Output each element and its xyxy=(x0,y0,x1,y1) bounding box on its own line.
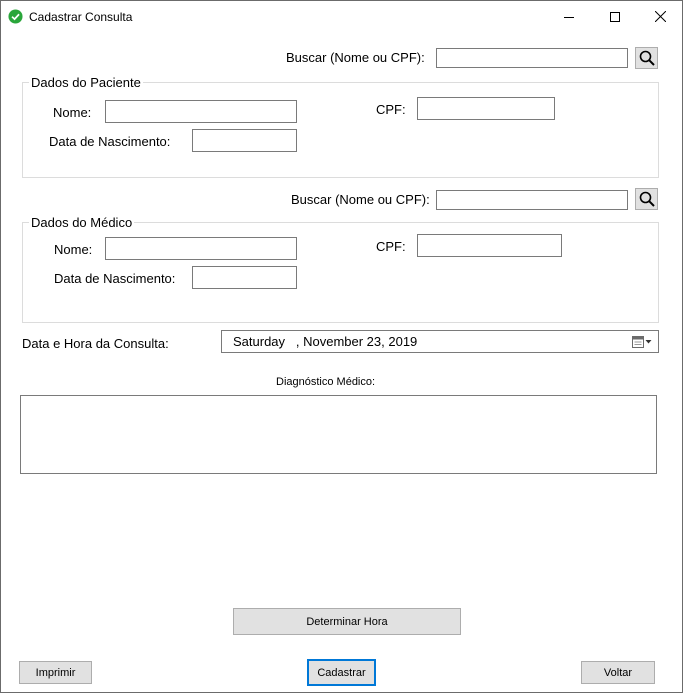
paciente-group-title: Dados do Paciente xyxy=(29,75,143,90)
calendar-dropdown-icon[interactable] xyxy=(632,336,652,348)
medico-cpf-input[interactable] xyxy=(417,234,562,257)
minimize-icon xyxy=(564,16,574,18)
determinar-hora-button[interactable]: Determinar Hora xyxy=(233,608,461,635)
title-bar: Cadastrar Consulta xyxy=(1,1,682,32)
window-title: Cadastrar Consulta xyxy=(29,10,133,24)
cadastrar-consulta-window: Cadastrar Consulta Buscar (Nome ou CPF): xyxy=(0,0,683,693)
diagnostico-textarea[interactable] xyxy=(20,395,657,474)
medico-search-input[interactable] xyxy=(436,190,628,210)
medico-group-title: Dados do Médico xyxy=(29,215,135,230)
voltar-button[interactable]: Voltar xyxy=(581,661,655,684)
diagnostico-label: Diagnóstico Médico: xyxy=(276,376,376,388)
paciente-search-input[interactable] xyxy=(436,48,628,68)
paciente-cpf-label: CPF: xyxy=(376,102,406,117)
minimize-button[interactable] xyxy=(546,1,592,32)
paciente-nascimento-label: Data de Nascimento: xyxy=(49,134,171,149)
paciente-cpf-input[interactable] xyxy=(417,97,555,120)
search-icon xyxy=(639,191,655,207)
consulta-datetime-value: Saturday , November 23, 2019 xyxy=(233,334,418,349)
medico-search-button[interactable] xyxy=(635,188,658,210)
check-circle-icon xyxy=(8,9,23,24)
close-button[interactable] xyxy=(637,1,683,32)
paciente-search-label: Buscar (Nome ou CPF): xyxy=(286,50,425,65)
close-icon xyxy=(654,11,666,22)
medico-cpf-label: CPF: xyxy=(376,239,406,254)
consulta-datetime-picker[interactable]: Saturday , November 23, 2019 xyxy=(221,330,659,353)
medico-nome-input[interactable] xyxy=(105,237,297,260)
maximize-button[interactable] xyxy=(592,1,638,32)
consulta-datetime-label: Data e Hora da Consulta: xyxy=(22,336,169,351)
search-icon xyxy=(639,50,655,66)
imprimir-button[interactable]: Imprimir xyxy=(19,661,92,684)
paciente-group xyxy=(22,82,659,178)
medico-nascimento-label: Data de Nascimento: xyxy=(54,271,176,286)
paciente-nome-input[interactable] xyxy=(105,100,297,123)
cadastrar-button[interactable]: Cadastrar xyxy=(307,659,376,686)
maximize-icon xyxy=(610,11,620,22)
paciente-search-button[interactable] xyxy=(635,47,658,69)
paciente-nome-label: Nome: xyxy=(53,105,92,120)
medico-nome-label: Nome: xyxy=(54,242,93,257)
medico-nascimento-input[interactable] xyxy=(192,266,297,289)
medico-search-label: Buscar (Nome ou CPF): xyxy=(291,192,430,207)
paciente-nascimento-input[interactable] xyxy=(192,129,297,152)
